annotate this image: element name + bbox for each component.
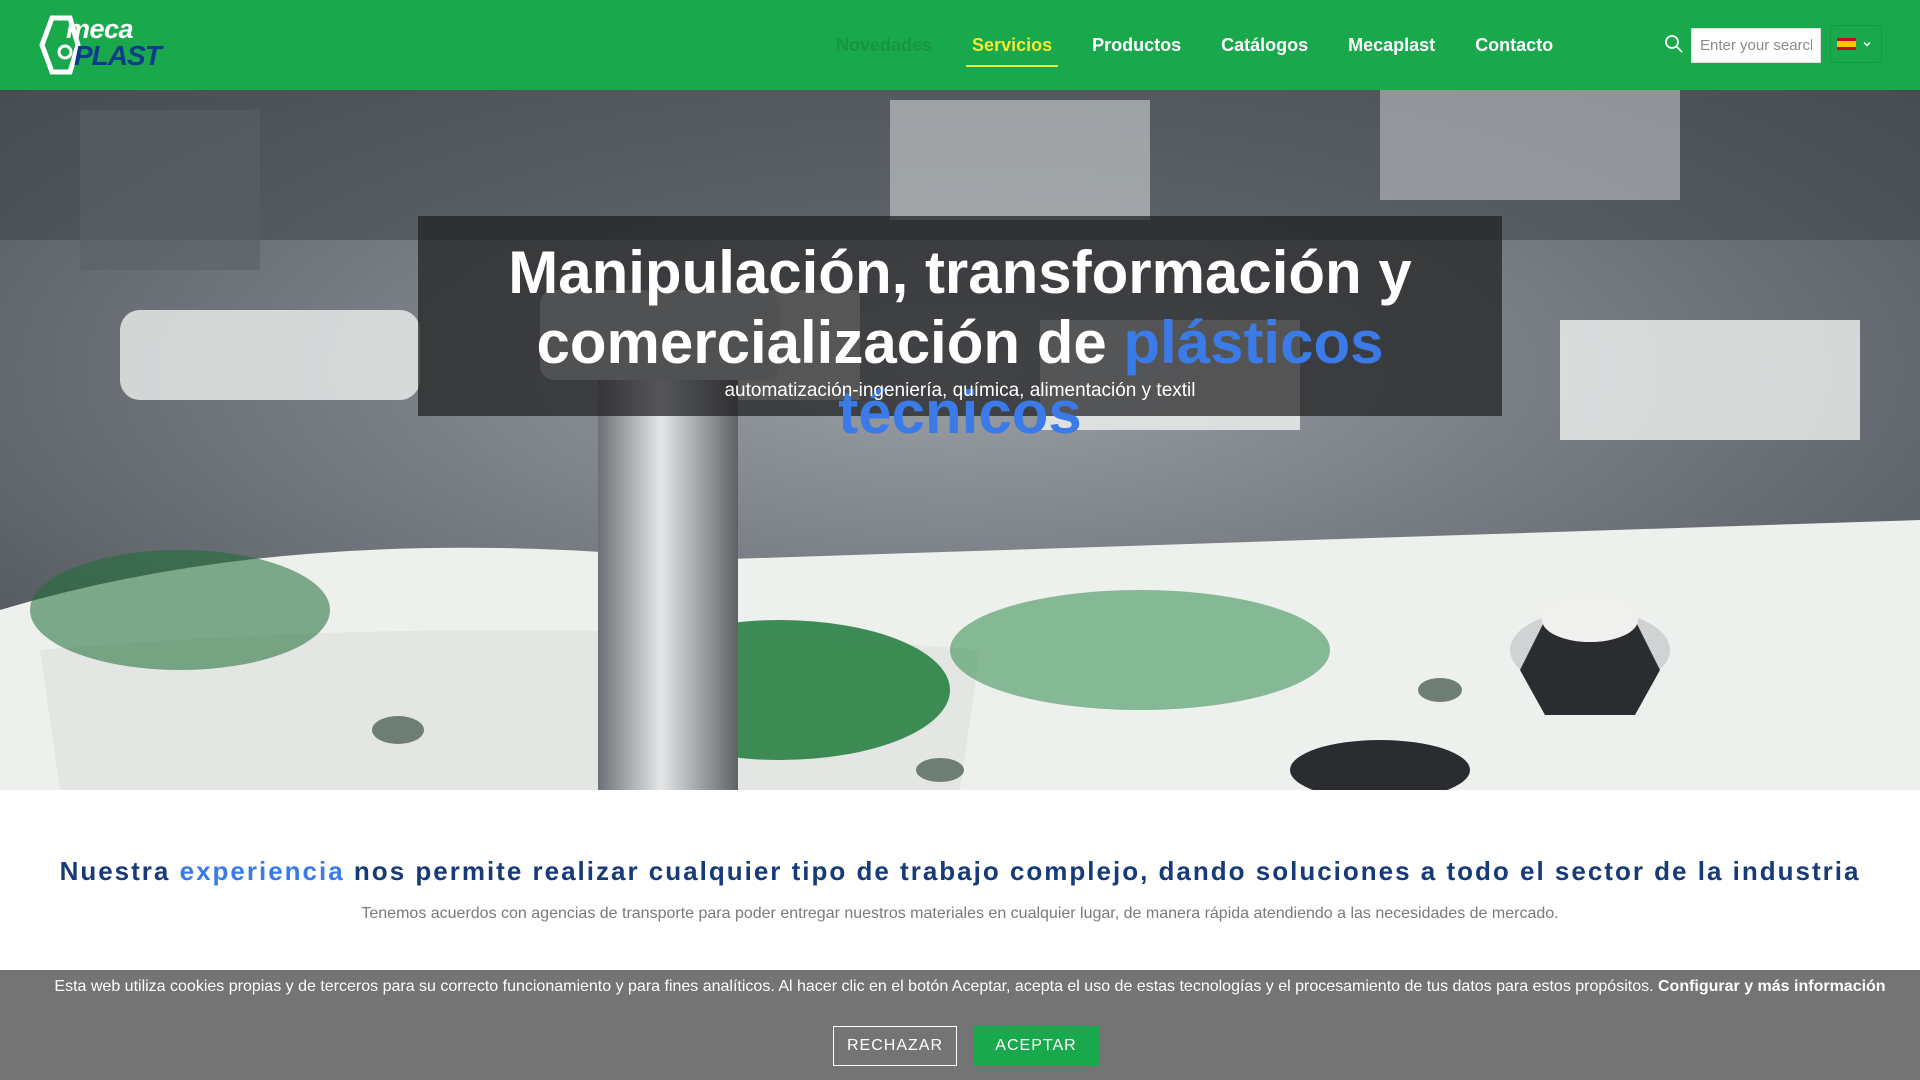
hero-title-box: Manipulación, transformación y comercial… xyxy=(418,216,1502,446)
search-input[interactable] xyxy=(1691,28,1821,63)
hero-title: Manipulación, transformación y comercial… xyxy=(418,238,1502,448)
language-selector[interactable] xyxy=(1830,25,1882,63)
accept-cookies-button[interactable]: ACEPTAR xyxy=(973,1026,1099,1066)
nav-item-mecaplast[interactable]: Mecaplast xyxy=(1348,33,1435,57)
cookie-settings-link[interactable]: Configurar y más información xyxy=(1658,978,1886,995)
nav-item-productos[interactable]: Productos xyxy=(1092,33,1181,57)
spain-flag-icon xyxy=(1837,38,1856,50)
nav-item-catalogos[interactable]: Catálogos xyxy=(1221,33,1308,57)
section-subline: Tenemos acuerdos con agencias de transpo… xyxy=(361,905,1559,922)
main-nav: Novedades Servicios Productos Catálogos … xyxy=(836,0,1593,90)
site-logo[interactable]: meca PLAST xyxy=(38,14,168,76)
hero-banner: Manipulación, transformación y comercial… xyxy=(0,90,1920,790)
chevron-down-icon xyxy=(1863,41,1871,47)
hero-subtitle: automatización-ingeniería, química, alim… xyxy=(724,380,1196,401)
headline-strong: experiencia xyxy=(179,856,345,886)
headline-pre: Nuestra xyxy=(59,856,180,886)
nav-item-novedades[interactable]: Novedades xyxy=(836,33,932,57)
logo-word-plast: PLAST xyxy=(74,40,162,71)
nav-item-servicios[interactable]: Servicios xyxy=(966,33,1059,67)
section-headline: Nuestra experiencia nos permite realizar… xyxy=(0,856,1920,887)
hero-title-line-1: Manipulación, transformación y xyxy=(508,239,1412,306)
cookie-banner: Esta web utiliza cookies propias y de te… xyxy=(0,970,1920,1080)
reject-cookies-button[interactable]: RECHAZAR xyxy=(833,1026,957,1066)
headline-post: nos permite realizar cualquier tipo de t… xyxy=(344,856,1861,886)
site-header: meca PLAST Novedades Servicios Productos… xyxy=(0,0,1920,90)
cookie-text: Esta web utiliza cookies propias y de te… xyxy=(20,976,1920,997)
search-icon[interactable] xyxy=(1664,34,1684,54)
hero-title-line-2: comercialización de plásticos técnicos xyxy=(418,308,1502,448)
nav-item-contacto[interactable]: Contacto xyxy=(1475,33,1553,57)
hero-title-line-2-plain: comercialización de xyxy=(536,309,1124,376)
cookie-message: Esta web utiliza cookies propias y de te… xyxy=(54,978,1654,995)
